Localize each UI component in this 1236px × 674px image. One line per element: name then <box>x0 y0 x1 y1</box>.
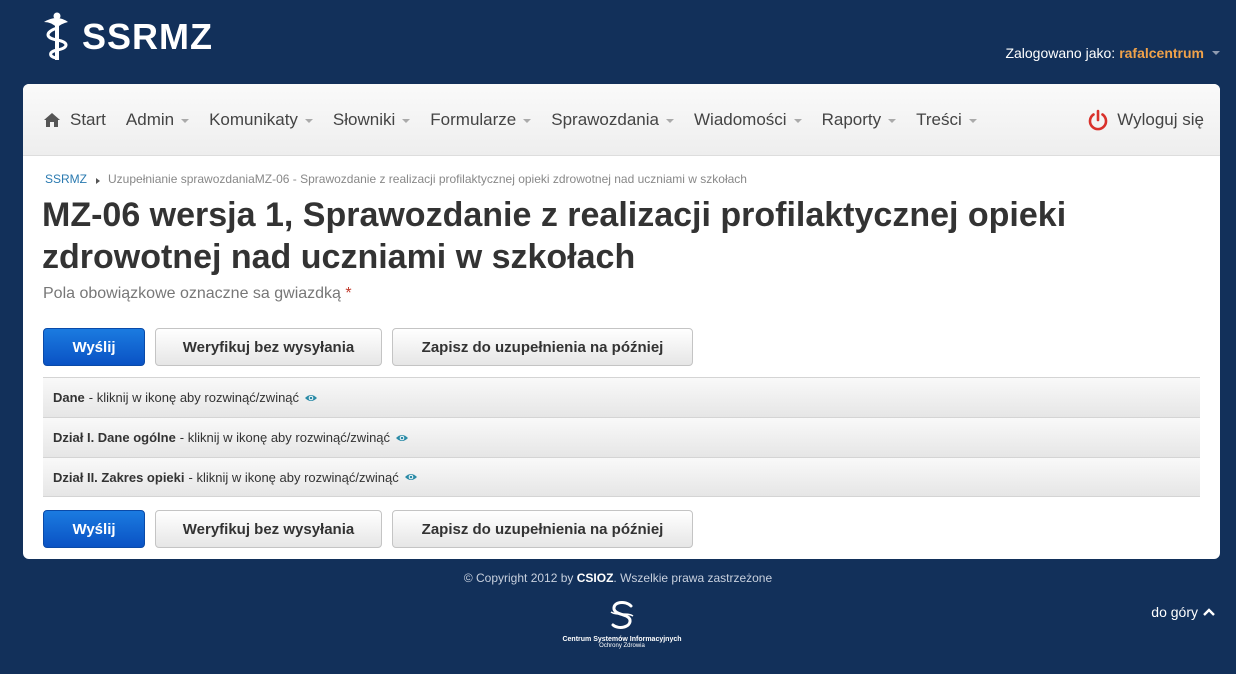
chevron-down-icon <box>793 118 802 123</box>
copyright-prefix: © Copyright 2012 by <box>463 571 574 585</box>
app-logo[interactable]: SSRMZ <box>40 12 213 62</box>
nav-item-label: Słowniki <box>332 109 396 129</box>
main-panel: Start Admin Komunikaty Słowniki Formular… <box>23 84 1220 559</box>
chevron-down-icon <box>888 118 897 123</box>
save-for-later-button[interactable]: Zapisz do uzupełnienia na później <box>392 510 693 548</box>
chevron-down-icon <box>968 118 977 123</box>
logout-button[interactable]: Wyloguj się <box>1087 84 1204 156</box>
nav-item-label: Sprawozdania <box>551 109 659 129</box>
section-hint: - kliknij w ikonę aby rozwinąć/zwinąć <box>179 430 391 445</box>
action-bar-top: Wyślij Weryfikuj bez wysyłania Zapisz do… <box>43 328 693 366</box>
home-icon <box>44 112 60 127</box>
breadcrumb: SSRMZ Uzupełnianie sprawozdaniaMZ-06 - S… <box>45 172 747 186</box>
org-name-line2: Ochrony Zdrowia <box>599 643 645 649</box>
nav-item-label: Raporty <box>821 109 882 129</box>
nav-item-label: Treści <box>916 109 962 129</box>
send-button[interactable]: Wyślij <box>43 328 145 366</box>
send-button[interactable]: Wyślij <box>43 510 145 548</box>
section-dzial-2: Dział II. Zakres opieki - kliknij w ikon… <box>43 457 1200 497</box>
nav-item-admin[interactable]: Admin <box>125 109 190 130</box>
form-sections: Dane - kliknij w ikonę aby rozwinąć/zwin… <box>43 377 1200 497</box>
back-to-top-link[interactable]: do góry <box>1151 604 1216 620</box>
copyright-brand: CSIOZ <box>576 571 614 585</box>
logged-in-label: Zalogowano jako: <box>1005 45 1116 61</box>
chevron-up-icon <box>1203 608 1215 616</box>
nav-item-label: Formularze <box>430 109 517 129</box>
copyright: © Copyright 2012 by CSIOZ. Wszelkie praw… <box>0 571 1236 585</box>
logo-text: SSRMZ <box>82 16 213 57</box>
eye-icon[interactable] <box>404 472 418 482</box>
verify-button[interactable]: Weryfikuj bez wysyłania <box>155 510 382 548</box>
section-title: Dział II. Zakres opieki <box>53 469 185 485</box>
breadcrumb-separator-icon <box>96 178 100 184</box>
section-dzial-1: Dział I. Dane ogólne - kliknij w ikonę a… <box>43 417 1200 457</box>
nav-item-wiadomosci[interactable]: Wiadomości <box>694 110 802 130</box>
nav-item-komunikaty[interactable]: Komunikaty <box>209 110 313 130</box>
csioz-logo[interactable]: Centrum Systemów Informacyjnych Ochrony … <box>556 600 688 649</box>
logout-label: Wyloguj się <box>1117 110 1204 129</box>
section-title: Dział I. Dane ogólne <box>53 430 176 445</box>
chevron-down-icon <box>304 118 313 123</box>
chevron-down-icon <box>181 118 190 123</box>
section-hint: - kliknij w ikonę aby rozwinąć/zwinąć <box>88 390 300 405</box>
nav-item-label: Komunikaty <box>209 109 298 129</box>
section-title: Dane <box>53 390 85 405</box>
main-navbar: Start Admin Komunikaty Słowniki Formular… <box>23 84 1220 156</box>
eye-icon[interactable] <box>304 393 318 403</box>
chevron-down-icon <box>402 118 411 123</box>
user-menu[interactable]: Zalogowano jako: rafalcentrum <box>1005 45 1220 61</box>
section-hint: - kliknij w ikonę aby rozwinąć/zwinąć <box>188 469 399 485</box>
required-fields-note: Pola obowiązkowe oznaczne sa gwiazdką * <box>43 285 352 303</box>
org-name-line1: Centrum Systemów Informacyjnych <box>562 636 682 643</box>
chevron-down-icon <box>523 118 532 123</box>
nav-item-tresci[interactable]: Treści <box>916 110 977 130</box>
nav-item-label: Start <box>70 109 106 129</box>
required-note-text: Pola obowiązkowe oznaczne sa gwiazdką <box>43 285 341 302</box>
power-icon <box>1088 109 1108 131</box>
copyright-suffix: . Wszelkie prawa zastrzeżone <box>613 571 773 585</box>
chevron-down-icon <box>666 118 674 123</box>
caduceus-icon <box>44 12 68 60</box>
save-for-later-button[interactable]: Zapisz do uzupełnienia na później <box>392 328 693 366</box>
section-dane: Dane - kliknij w ikonę aby rozwinąć/zwin… <box>43 377 1200 417</box>
breadcrumb-root-link[interactable]: SSRMZ <box>45 172 87 186</box>
action-bar-bottom: Wyślij Weryfikuj bez wysyłania Zapisz do… <box>43 510 693 548</box>
required-star: * <box>345 285 352 302</box>
back-to-top-label: do góry <box>1151 604 1198 620</box>
username[interactable]: rafalcentrum <box>1119 45 1204 61</box>
nav-item-sprawozdania[interactable]: Sprawozdania <box>551 110 674 130</box>
chevron-down-icon <box>1212 51 1220 55</box>
nav-item-formularze[interactable]: Formularze <box>430 109 532 130</box>
nav-item-label: Admin <box>125 109 175 129</box>
nav-item-start[interactable]: Start <box>43 110 106 130</box>
nav-item-slowniki[interactable]: Słowniki <box>332 109 411 130</box>
page-title: MZ-06 wersja 1, Sprawozdanie z realizacj… <box>42 196 1067 276</box>
nav-item-label: Wiadomości <box>694 109 787 129</box>
breadcrumb-current: Uzupełnianie sprawozdaniaMZ-06 - Sprawoz… <box>108 172 747 186</box>
eye-icon[interactable] <box>395 433 409 443</box>
nav-item-raporty[interactable]: Raporty <box>822 110 897 130</box>
verify-button[interactable]: Weryfikuj bez wysyłania <box>155 328 382 366</box>
csioz-logo-icon <box>610 600 634 629</box>
